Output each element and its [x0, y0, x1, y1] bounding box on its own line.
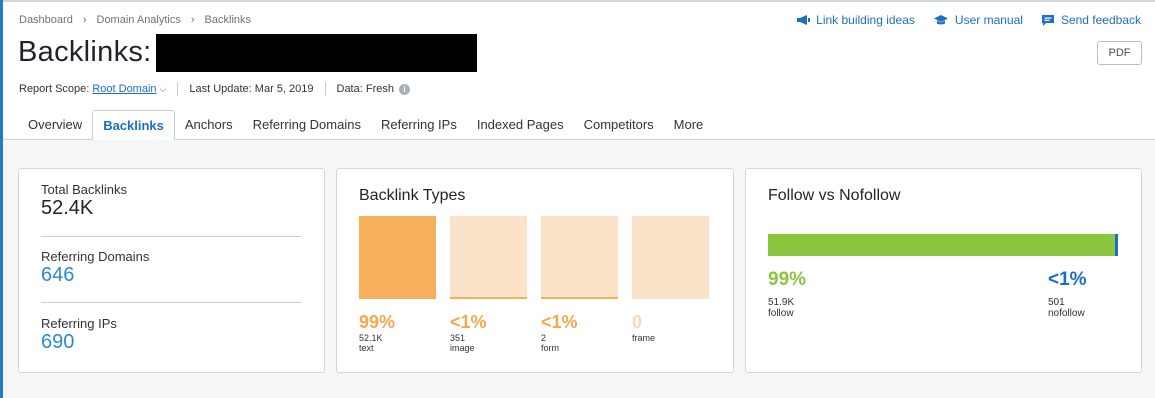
chevron-right-icon: ›	[190, 14, 195, 26]
referring-domains-stat[interactable]: Referring Domains 646	[41, 249, 149, 287]
follow-ratio-bar[interactable]	[768, 234, 1118, 256]
pdf-export-button[interactable]: PDF	[1097, 41, 1142, 65]
referring-ips-stat[interactable]: Referring IPs 690	[41, 316, 117, 354]
divider	[324, 82, 326, 96]
user-manual-label: User manual	[954, 13, 1023, 27]
data-freshness-text: Data: Fresh	[336, 83, 394, 95]
info-icon[interactable]: i	[398, 83, 410, 95]
backlink-type-text-box	[359, 216, 436, 299]
follow-label: follow	[768, 308, 794, 319]
backlink-type-image-box	[450, 216, 527, 299]
tab-referring-domains[interactable]: Referring Domains	[243, 110, 371, 139]
backlink-type-image-fill	[450, 297, 527, 299]
follow-count: 51.9K	[768, 297, 795, 308]
graduation-cap-icon	[933, 14, 949, 26]
total-backlinks-label: Total Backlinks	[41, 182, 127, 197]
backlink-type-text-name: text	[359, 343, 374, 353]
report-scope-label: Report Scope:	[19, 83, 90, 95]
backlink-type-form-box	[541, 216, 618, 299]
tab-competitors[interactable]: Competitors	[574, 110, 664, 139]
divider	[41, 302, 301, 303]
backlink-type-frame[interactable]: 0 frame	[632, 216, 709, 343]
breadcrumb: Dashboard › Domain Analytics › Backlinks	[19, 14, 251, 26]
nofollow-count: 501	[1048, 297, 1065, 308]
link-building-ideas-link[interactable]: Link building ideas	[796, 13, 915, 27]
follow-nofollow-title: Follow vs Nofollow	[768, 187, 901, 204]
backlink-type-form-fill	[541, 297, 618, 299]
backlink-type-text[interactable]: 99% 52.1K text	[359, 216, 436, 353]
backlink-type-frame-pct: 0	[632, 312, 643, 332]
window-top-border	[0, 0, 1155, 2]
breadcrumb-domain-analytics[interactable]: Domain Analytics	[97, 14, 181, 26]
user-manual-link[interactable]: User manual	[933, 13, 1023, 27]
divider	[177, 82, 179, 96]
header-links: Link building ideas User manual Send fee…	[796, 13, 1141, 27]
backlink-type-image-pct: <1%	[450, 312, 487, 332]
report-scope-dropdown[interactable]: Root Domain	[92, 83, 156, 95]
backlink-type-form-pct: <1%	[541, 312, 578, 332]
nofollow-label: nofollow	[1048, 308, 1085, 319]
page-title: Backlinks:	[18, 36, 152, 68]
tab-referring-ips[interactable]: Referring IPs	[371, 110, 467, 139]
referring-ips-value: 690	[41, 331, 75, 353]
tab-indexed-pages[interactable]: Indexed Pages	[467, 110, 574, 139]
chevron-right-icon: ›	[82, 14, 87, 26]
backlink-type-frame-box	[632, 216, 709, 299]
tab-anchors[interactable]: Anchors	[175, 110, 243, 139]
backlink-type-frame-name: frame	[632, 333, 656, 343]
divider	[41, 236, 301, 237]
referring-domains-label: Referring Domains	[41, 249, 150, 264]
send-feedback-link[interactable]: Send feedback	[1041, 13, 1141, 27]
last-update-text: Last Update: Mar 5, 2019	[189, 83, 314, 95]
megaphone-icon	[796, 14, 811, 26]
backlink-type-image-count: 351	[450, 333, 466, 343]
referring-ips-label: Referring IPs	[41, 316, 117, 331]
follow-pct: 99%	[768, 269, 807, 290]
backlink-type-text-count: 52.1K	[359, 333, 383, 343]
summary-stats-card: Total Backlinks 52.4K Referring Domains …	[18, 168, 325, 373]
backlink-type-image-name: image	[450, 343, 475, 353]
send-feedback-label: Send feedback	[1060, 13, 1141, 27]
link-building-ideas-label: Link building ideas	[816, 13, 915, 27]
chat-bubble-icon	[1041, 14, 1055, 27]
tab-overview[interactable]: Overview	[18, 110, 92, 139]
backlink-types-title: Backlink Types	[359, 187, 466, 204]
total-backlinks-value: 52.4K	[41, 197, 94, 219]
tab-more[interactable]: More	[664, 110, 714, 139]
report-meta: Report Scope: Root Domain ⌵ Last Update:…	[19, 82, 410, 96]
nofollow-bar-segment	[1115, 234, 1118, 256]
backlink-type-text-pct: 99%	[359, 312, 396, 332]
report-tabs: Overview Backlinks Anchors Referring Dom…	[18, 110, 714, 140]
chevron-down-icon[interactable]: ⌵	[160, 84, 167, 95]
backlink-type-form-count: 2	[541, 333, 547, 343]
backlink-type-image[interactable]: <1% 351 image	[450, 216, 527, 353]
follow-count-block: 51.9K follow	[768, 297, 794, 319]
tab-backlinks[interactable]: Backlinks	[92, 110, 175, 140]
backlink-types-card: Backlink Types 99% 52.1K text <1% 351 im…	[336, 168, 734, 373]
backlink-type-form[interactable]: <1% 2 form	[541, 216, 618, 353]
nofollow-count-block: 501 nofollow	[1048, 297, 1085, 319]
referring-domains-value: 646	[41, 264, 75, 286]
backlink-type-form-name: form	[541, 343, 559, 353]
follow-nofollow-card: Follow vs Nofollow 99% 51.9K follow <1% …	[745, 168, 1142, 373]
nofollow-pct: <1%	[1048, 269, 1087, 290]
redacted-domain-block	[156, 34, 477, 72]
breadcrumb-backlinks: Backlinks	[204, 14, 252, 26]
total-backlinks-stat[interactable]: Total Backlinks 52.4K	[41, 182, 127, 220]
breadcrumb-dashboard[interactable]: Dashboard	[19, 14, 73, 26]
